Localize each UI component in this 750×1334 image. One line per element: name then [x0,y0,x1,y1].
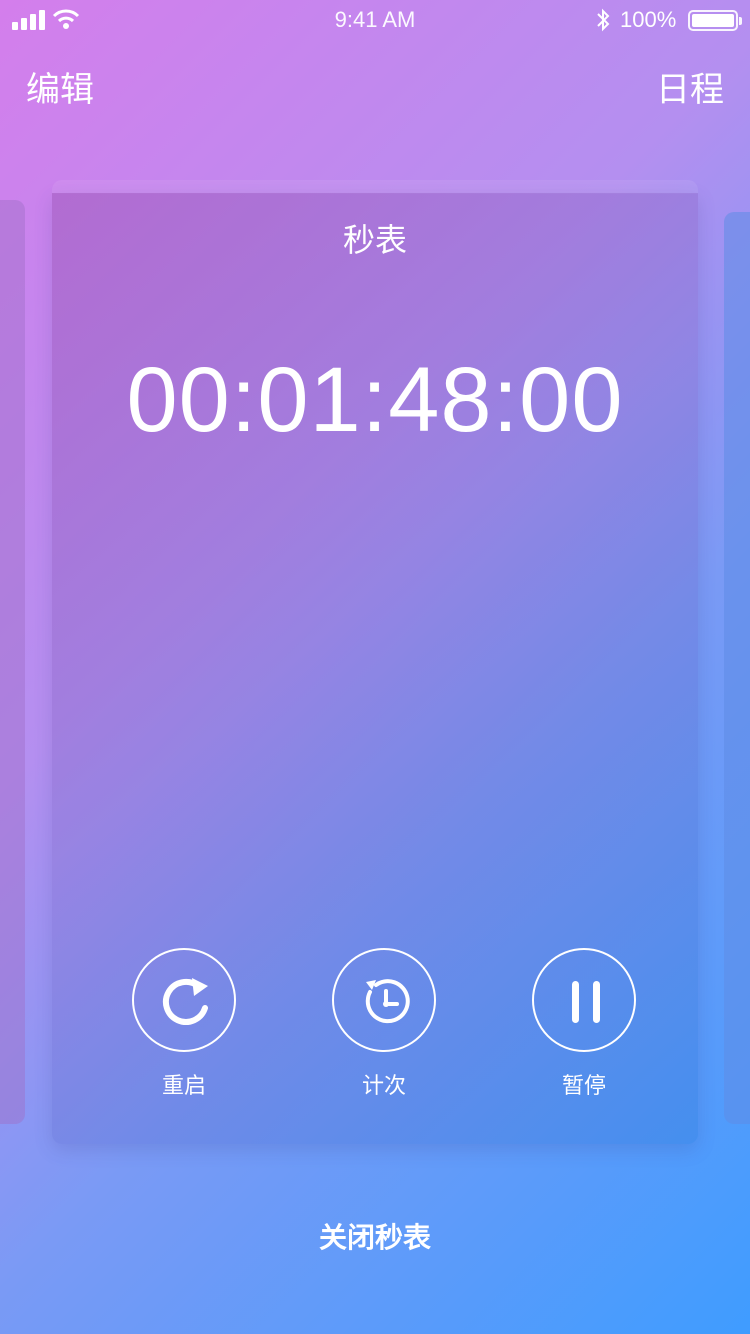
lap-control: 计次 [332,948,436,1100]
pause-label: 暂停 [561,1074,606,1099]
card-title: 秒表 [342,221,407,259]
battery-percent: 100% [620,7,677,32]
next-card[interactable] [724,212,750,1124]
restart-button[interactable] [132,948,236,1052]
restart-control: 重启 [132,948,236,1100]
previous-card[interactable] [0,200,25,1124]
schedule-button[interactable]: 日程 [656,62,724,111]
pause-button[interactable] [532,948,636,1052]
status-bar: 9:41 AM 100% [0,0,750,40]
close-stopwatch-button[interactable]: 关闭秒表 [0,1216,750,1256]
restart-icon [162,978,208,1025]
card-stack-edge [52,180,698,194]
edit-button[interactable]: 编辑 [26,62,94,111]
lap-button[interactable] [332,948,436,1052]
pause-icon [572,981,600,1023]
stopwatch-card: 秒表 00:01:48:00 重启 计次 暂停 [52,193,698,1144]
timer-display: 00:01:48:00 [126,349,624,451]
lap-label: 计次 [361,1074,406,1099]
pause-control: 暂停 [532,948,636,1100]
restart-label: 重启 [161,1074,206,1099]
lap-clock-icon [365,979,410,1024]
bluetooth-icon [597,8,610,32]
battery-icon [688,10,742,31]
